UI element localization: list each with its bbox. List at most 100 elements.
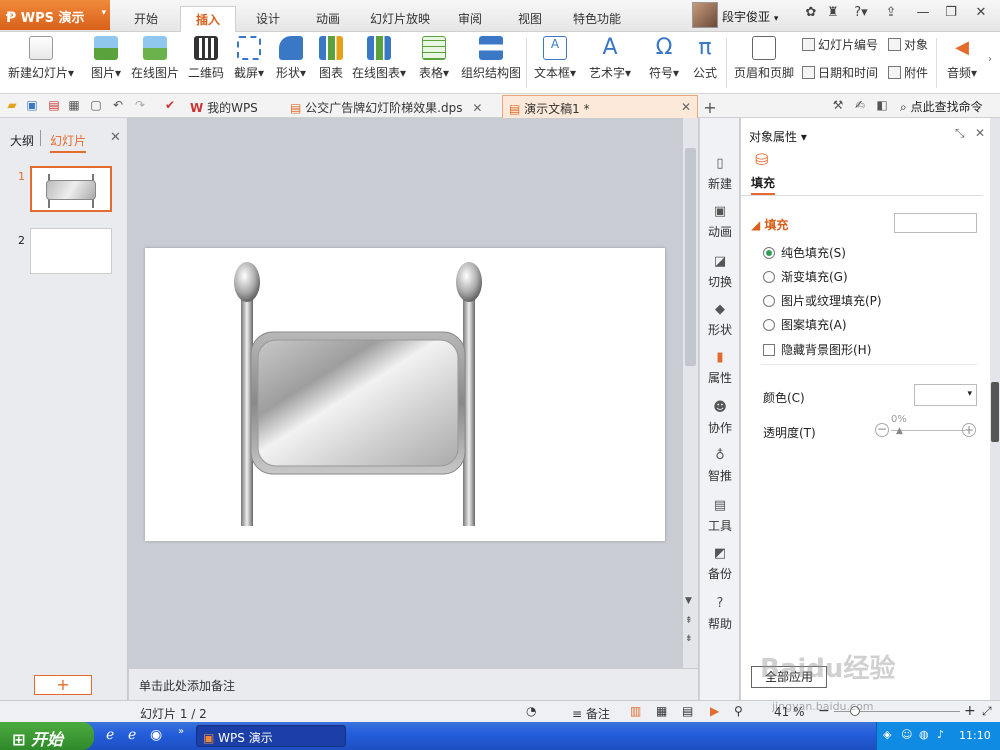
header-footer-button[interactable]: 页眉和页脚 [732, 36, 796, 81]
side-properties-button[interactable]: ▮ 属性 [700, 350, 740, 386]
shirt-icon[interactable]: ♜ [822, 5, 844, 25]
formula-button[interactable]: π 公式 [688, 36, 722, 81]
online-picture-button[interactable]: 在线图片 [128, 36, 182, 81]
start-button[interactable]: ⊞ 开始 [0, 722, 94, 750]
app-menu-button[interactable]: Ᵽ WPS 演示 ▾ [0, 0, 110, 30]
collapse-icon[interactable]: ⤡ [955, 126, 965, 141]
tab-design[interactable]: 设计 [246, 6, 290, 32]
tab-features[interactable]: 特色功能 [566, 6, 628, 32]
pin-icon[interactable]: ⚲ [734, 704, 743, 718]
fill-section-header[interactable]: ◢ 填充 [751, 216, 788, 233]
slide-number-button[interactable]: 幻灯片编号 [802, 36, 878, 53]
org-chart-button[interactable]: 组织结构图 [460, 36, 522, 81]
slide-thumbnail-1[interactable] [30, 166, 112, 212]
print-preview-icon[interactable]: ▢ [88, 98, 104, 114]
side-transition-button[interactable]: ◪ 切换 [700, 254, 740, 290]
user-menu[interactable]: 段宇俊亚 ▾ [692, 2, 797, 28]
side-help-button[interactable]: ? 帮助 [700, 596, 740, 632]
ribbon-scroll-right-icon[interactable]: › [988, 54, 992, 65]
restore-ribbon-icon[interactable]: ⇪ [880, 5, 902, 25]
radio-gradient-fill[interactable]: 渐变填充(G) [763, 268, 848, 285]
wordart-button[interactable]: A 艺术字▾ [586, 36, 634, 81]
slide-canvas[interactable] [129, 118, 681, 668]
tab-home[interactable]: 开始 [122, 6, 170, 32]
notes-toggle[interactable]: ≡ 备注 [572, 705, 610, 722]
side-tools-button[interactable]: ▤ 工具 [700, 498, 740, 534]
table-button[interactable]: 表格▾ [414, 36, 454, 81]
color-dropdown[interactable]: ▾ [914, 384, 977, 406]
scroll-down-icon[interactable]: ▼ [685, 596, 692, 606]
audio-button[interactable]: ◀ 音频▾ [942, 36, 982, 81]
panel-title[interactable]: 对象属性 ▾ [749, 128, 807, 145]
browser-icon[interactable]: ℯ [128, 727, 136, 743]
tab-view[interactable]: 视图 [508, 6, 552, 32]
tab-my-wps[interactable]: W 我的WPS ✕ [184, 95, 280, 130]
current-slide[interactable] [145, 248, 665, 541]
print-icon[interactable]: ▦ [66, 98, 82, 114]
picture-button[interactable]: 图片▾ [86, 36, 126, 81]
vertical-scrollbar[interactable]: ▼ ⇞ ⇟ [683, 118, 698, 668]
zoom-in-icon[interactable]: + [964, 703, 976, 719]
decrease-transparency-button[interactable]: − [875, 423, 889, 437]
radio-solid-fill[interactable]: 纯色填充(S) [763, 244, 846, 261]
side-smart-button[interactable]: ♁ 智推 [700, 448, 740, 484]
export-pdf-icon[interactable]: ▤ [46, 98, 62, 114]
prev-slide-icon[interactable]: ⇞ [685, 616, 693, 626]
increase-transparency-button[interactable]: + [962, 423, 976, 437]
side-shape-button[interactable]: ◆ 形状 [700, 302, 740, 338]
hammer-icon[interactable]: ✍ [852, 98, 868, 114]
slide-sorter-icon[interactable]: ▦ [656, 704, 667, 718]
close-icon[interactable]: ✕ [472, 101, 482, 115]
tab-file-1[interactable]: ▤ 公交广告牌幻灯阶梯效果.dps ✕ [284, 95, 498, 118]
command-search[interactable]: ⌕ 点此查找命令 [900, 98, 983, 115]
tab-slideshow[interactable]: 幻灯片放映 [364, 6, 436, 32]
radio-pattern-fill[interactable]: 图案填充(A) [763, 316, 847, 333]
maximize-icon[interactable]: ❐ [940, 5, 962, 25]
symbol-button[interactable]: Ω 符号▾ [644, 36, 684, 81]
play-slideshow-icon[interactable]: ▶ [710, 704, 719, 718]
tab-insert[interactable]: 插入 [180, 6, 236, 32]
close-icon[interactable]: ✕ [681, 100, 691, 114]
tab-fill[interactable]: 填充 [751, 174, 776, 195]
side-collaborate-button[interactable]: ☻ 协作 [700, 400, 740, 436]
open-folder-icon[interactable]: ▰ [4, 98, 20, 114]
fill-preview-box[interactable] [894, 213, 977, 233]
left-pole-cap[interactable] [234, 262, 260, 302]
redo-icon[interactable]: ↷ [132, 98, 148, 114]
minimize-icon[interactable]: — [912, 5, 934, 25]
screenshot-button[interactable]: 截屏▾ [230, 36, 268, 81]
pin-icon[interactable]: ✔ [162, 98, 178, 114]
volume-icon[interactable]: ♪ [937, 728, 944, 741]
slide-thumbnail-2[interactable] [30, 228, 112, 274]
scroll-thumb[interactable] [991, 382, 999, 442]
datetime-button[interactable]: 日期和时间 [802, 64, 878, 81]
tab-review[interactable]: 审阅 [448, 6, 492, 32]
notes-area[interactable]: 单击此处添加备注 [129, 668, 698, 700]
attachment-button[interactable]: 附件 [888, 64, 928, 81]
history-icon[interactable]: ◔ [526, 704, 536, 718]
panel-scrollbar[interactable] [990, 118, 1000, 700]
tray-icon[interactable]: ◈ [883, 728, 891, 741]
board-panel[interactable] [257, 339, 459, 467]
skin-icon[interactable]: ✿ [800, 5, 822, 25]
browser-360-icon[interactable]: ◉ [150, 727, 162, 743]
tray-icon[interactable]: ◍ [919, 728, 929, 741]
object-button[interactable]: 对象 [888, 36, 928, 53]
side-new-button[interactable]: ▯ 新建 [700, 156, 740, 192]
new-slide-button[interactable]: 新建幻灯片▾ [6, 36, 76, 81]
browser-ie-icon[interactable]: ℯ [106, 727, 114, 743]
tab-animation[interactable]: 动画 [306, 6, 350, 32]
chart-button[interactable]: 图表 [314, 36, 348, 81]
close-icon[interactable]: ✕ [110, 130, 121, 145]
side-backup-button[interactable]: ◩ 备份 [700, 546, 740, 582]
next-slide-icon[interactable]: ⇟ [685, 634, 693, 644]
new-tab-icon[interactable]: + [702, 98, 718, 117]
taskbar-wps-item[interactable]: ▣ WPS 演示 [196, 725, 346, 747]
fit-window-icon[interactable]: ⤢ [982, 704, 992, 719]
tab-outline[interactable]: 大纲 [10, 132, 34, 149]
help-icon[interactable]: ?▾ [846, 5, 876, 25]
scroll-thumb[interactable] [685, 148, 696, 366]
tab-file-2[interactable]: ▤ 演示文稿1 * ✕ [502, 95, 698, 118]
tools-icon[interactable]: ⚒ [830, 98, 846, 114]
quicklaunch-expand-icon[interactable]: » [178, 726, 184, 737]
